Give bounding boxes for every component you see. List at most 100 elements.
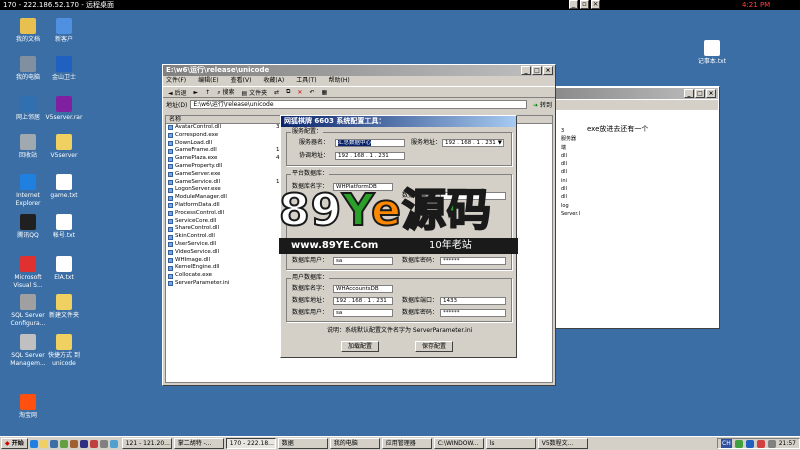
explorer-titlebar[interactable]: E:\w6\运行\release\unicode _ □ × <box>163 65 555 76</box>
right-side-list: 3 服务器端 dll dll dll ini dll dll log Server.I <box>561 127 580 218</box>
file-name: GameServer.exe <box>175 170 221 177</box>
menu-item[interactable]: 查看(V) <box>231 76 252 86</box>
taskbar-item[interactable]: 应用管理器 <box>381 438 432 449</box>
ie-quicklaunch-icon[interactable] <box>29 439 38 448</box>
notepad-text[interactable]: exe放进去还有一个 <box>587 125 648 134</box>
minimize-icon[interactable]: _ <box>521 66 531 75</box>
side-item[interactable]: 服务器端 <box>561 135 579 150</box>
taskbar-item[interactable]: 170 - 222.18... <box>225 438 276 449</box>
side-item[interactable]: ini <box>561 177 579 185</box>
server-name-input[interactable]: 汇总数据中心 <box>335 139 405 147</box>
address-input[interactable]: E:\w6\运行\release\unicode <box>190 99 528 109</box>
maximize-icon[interactable]: □ <box>695 89 705 98</box>
undo-icon[interactable]: ↶ <box>307 89 316 96</box>
desktop-icon[interactable]: 淘宝网 <box>4 394 52 420</box>
file-icon <box>168 140 173 146</box>
desktop-icon[interactable]: 金山卫士 <box>40 56 88 82</box>
side-item[interactable]: dll <box>561 185 579 193</box>
taskbar-item[interactable]: 121 - 121.20... <box>121 438 172 449</box>
server-addr-select[interactable]: 192 . 168 . 1 . 231 ▼ <box>442 139 504 147</box>
desktop-icon[interactable]: 帐号.txt <box>40 214 88 240</box>
desktop-quicklaunch-icon[interactable] <box>49 439 58 448</box>
user-db-addr-input[interactable]: 192 . 168 . 1 . 231 <box>333 297 393 305</box>
back-button[interactable]: ◄ 后退 <box>166 88 189 97</box>
file-icon <box>168 211 173 217</box>
config-titlebar[interactable]: 网狐棋牌 6603 系统配置工具： <box>281 116 516 127</box>
side-item[interactable]: 3 <box>561 127 579 135</box>
side-item[interactable]: log <box>561 202 579 210</box>
up-folder-icon[interactable]: ↑ <box>203 89 212 96</box>
side-item[interactable]: Server.I <box>561 210 580 218</box>
chevron-down-icon[interactable]: ▼ <box>498 140 502 146</box>
app6-quicklaunch-icon[interactable] <box>109 439 118 448</box>
security-tray-icon[interactable] <box>745 439 754 448</box>
side-item[interactable]: dll <box>561 168 579 176</box>
maximize-icon[interactable]: □ <box>532 66 542 75</box>
save-config-button[interactable]: 保存配置 <box>415 341 453 352</box>
move-icon[interactable]: ⇄ <box>272 89 281 96</box>
side-item[interactable]: dll <box>561 193 579 201</box>
desktop-icon[interactable]: V5server <box>40 134 88 160</box>
app4-quicklaunch-icon[interactable] <box>89 439 98 448</box>
views-icon[interactable]: ▦ <box>319 89 329 96</box>
menu-item[interactable]: 编辑(E) <box>198 76 218 86</box>
app5-quicklaunch-icon[interactable] <box>99 439 108 448</box>
search-button[interactable]: ⌕ 搜索 <box>215 87 236 97</box>
desktop-icon[interactable]: V5server.rar <box>40 96 88 122</box>
side-item[interactable]: dll <box>561 160 579 168</box>
desktop-icon[interactable]: 快捷方式 到 unicode <box>40 334 88 368</box>
desktop-icon[interactable]: ElA.txt <box>40 256 88 282</box>
minimize-icon[interactable]: _ <box>569 0 578 9</box>
delete-icon[interactable]: ✕ <box>295 89 304 96</box>
taskbar-item[interactable]: 我的电脑 <box>329 438 380 449</box>
app3-quicklaunch-icon[interactable] <box>79 439 88 448</box>
network-tray-icon[interactable] <box>734 439 743 448</box>
desktop-icon-label: ElA.txt <box>54 274 74 281</box>
user-db-user-input[interactable]: sa <box>333 309 393 317</box>
desktop-icon[interactable]: 新建文件夹 <box>40 294 88 320</box>
taskbar-item[interactable]: C:\WINDOW... <box>433 438 484 449</box>
user-db-pass-input[interactable]: ****** <box>440 309 506 317</box>
load-config-button[interactable]: 加载配置 <box>341 341 379 352</box>
folders-button[interactable]: ▤ 文件夹 <box>240 88 270 97</box>
coord-addr-label: 协调地址： <box>299 152 330 159</box>
antivirus-tray-icon[interactable] <box>756 439 765 448</box>
side-item[interactable]: dll <box>561 152 579 160</box>
menu-item[interactable]: 文件(F) <box>166 76 186 86</box>
app-quicklaunch-icon[interactable] <box>59 439 68 448</box>
taskbar-item[interactable]: 数据 <box>277 438 328 449</box>
desktop-icon[interactable]: 记事本.txt <box>688 40 736 66</box>
go-button[interactable]: ➜ 转到 <box>530 100 555 109</box>
forward-button[interactable]: ► <box>192 89 201 96</box>
desktop-icon[interactable]: game.txt <box>40 174 88 200</box>
watermark-logo: 89Ye源码 <box>278 185 492 237</box>
close-icon[interactable]: × <box>543 66 553 75</box>
user-db-name-input[interactable]: WHAccountsDB <box>333 285 393 293</box>
server-name-value: 汇总数据中心 <box>338 140 372 146</box>
desktop-icon-label: 记事本.txt <box>697 58 727 65</box>
language-indicator[interactable]: CH <box>721 439 732 448</box>
user-db-port-input[interactable]: 1433 <box>440 297 506 305</box>
close-icon[interactable]: × <box>706 89 716 98</box>
volume-tray-icon[interactable] <box>767 439 776 448</box>
coord-addr-input[interactable]: 192 . 168 . 1 . 231 <box>335 152 405 160</box>
menu-item[interactable]: 收藏(A) <box>263 76 284 86</box>
file-icon <box>168 281 173 287</box>
menu-item[interactable]: 工具(T) <box>296 76 316 86</box>
taskbar-item[interactable]: V5数程文... <box>537 438 588 449</box>
taskbar-item[interactable]: 掌二胡特 -... <box>173 438 224 449</box>
close-icon[interactable]: × <box>591 0 600 9</box>
desktop-icon[interactable]: 新客户 <box>40 18 88 44</box>
desktop-icon-image <box>56 134 72 150</box>
file-icon <box>168 257 173 263</box>
restore-icon[interactable]: ▫ <box>580 0 589 9</box>
user-db-user-label: 数据库用户： <box>292 309 329 316</box>
copy-icon[interactable]: ⧉ <box>284 88 292 96</box>
menu-item[interactable]: 帮助(H) <box>329 76 350 86</box>
minimize-icon[interactable]: _ <box>684 89 694 98</box>
start-button[interactable]: ◆ 开始 <box>1 438 28 449</box>
folder-quicklaunch-icon[interactable] <box>39 439 48 448</box>
app2-quicklaunch-icon[interactable] <box>69 439 78 448</box>
taskbar-item[interactable]: ls <box>485 438 536 449</box>
folders-label: 文件夹 <box>249 89 268 97</box>
